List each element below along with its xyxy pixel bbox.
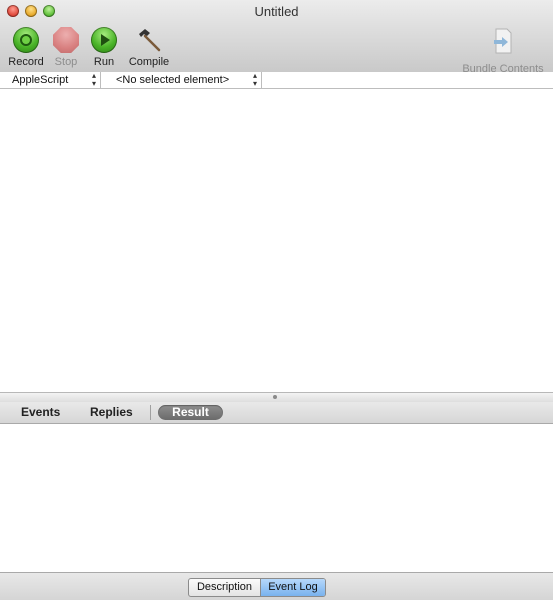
element-popup[interactable]: <No selected element> ▴ ▾	[100, 72, 262, 88]
element-value: <No selected element>	[116, 74, 230, 86]
language-popup[interactable]: AppleScript ▴ ▾	[0, 72, 101, 88]
bundle-contents-icon	[494, 28, 512, 54]
navigation-bar: AppleScript ▴ ▾ <No selected element> ▴ ▾	[0, 72, 553, 89]
tab-result[interactable]: Result	[158, 405, 223, 420]
view-segmented-control: Description Event Log	[188, 578, 326, 597]
stop-icon	[53, 27, 79, 53]
titlebar-toolbar: Untitled Record Stop Run Compile Bundle …	[0, 0, 553, 75]
hammer-icon	[136, 27, 162, 53]
log-tab-bar: Events Replies Result	[0, 402, 553, 424]
script-editor-area[interactable]	[0, 89, 553, 392]
splitter-handle-icon	[273, 395, 277, 399]
window-title: Untitled	[254, 4, 299, 19]
description-segment[interactable]: Description	[189, 579, 261, 596]
language-value: AppleScript	[12, 74, 69, 86]
popup-arrows-icon: ▴ ▾	[91, 71, 96, 88]
tab-events[interactable]: Events	[21, 405, 60, 420]
tab-replies[interactable]: Replies	[90, 405, 133, 420]
script-editor-window: Untitled Record Stop Run Compile Bundle …	[0, 0, 553, 600]
bottom-bar: Description Event Log	[0, 572, 553, 600]
event-log-segment[interactable]: Event Log	[261, 579, 325, 596]
popup-arrows-icon: ▴ ▾	[252, 71, 257, 88]
run-icon	[91, 27, 117, 53]
result-log-area[interactable]	[0, 424, 553, 572]
record-icon	[13, 27, 39, 53]
bundle-contents-button[interactable]: Bundle Contents	[461, 27, 545, 75]
compile-label: Compile	[128, 56, 170, 68]
compile-button[interactable]: Compile	[123, 27, 175, 68]
tab-divider	[150, 405, 151, 420]
